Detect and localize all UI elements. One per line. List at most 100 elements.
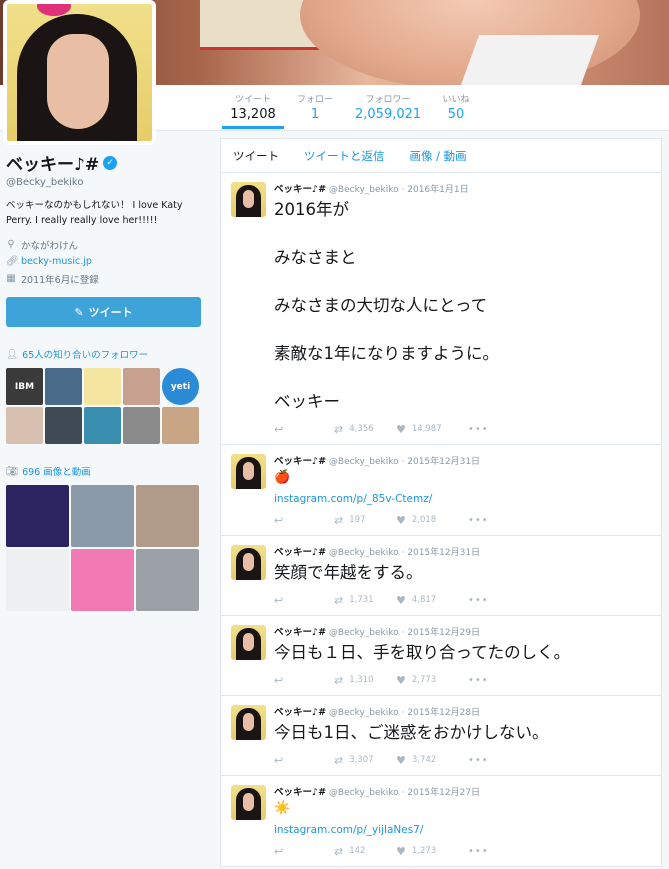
tweet-author-handle[interactable]: @Becky_bekiko bbox=[329, 185, 399, 195]
tweet-author-name[interactable]: ベッキー♪# bbox=[274, 707, 326, 718]
retweet-button[interactable]: ⇄ 197 bbox=[334, 514, 396, 527]
retweet-icon: ⇄ bbox=[334, 753, 344, 767]
reply-button[interactable]: ↩︎ bbox=[274, 423, 334, 436]
profile-url-link[interactable]: becky-music.jp bbox=[21, 256, 92, 267]
heart-icon: ♥ bbox=[396, 753, 406, 767]
profile-name[interactable]: ベッキー♪# bbox=[6, 150, 99, 175]
tweet-date[interactable]: 2015年12月31日 bbox=[407, 548, 480, 558]
tweet-date[interactable]: 2015年12月31日 bbox=[407, 457, 480, 467]
tweet-avatar[interactable] bbox=[231, 545, 266, 580]
reply-button[interactable]: ↩︎ bbox=[274, 845, 334, 858]
reply-icon: ↩︎ bbox=[274, 422, 284, 436]
tweet-avatar[interactable] bbox=[231, 625, 266, 660]
tweet[interactable]: ベッキー♪# @Becky_bekiko · 2016年1月1日 2016年が みな… bbox=[221, 173, 661, 445]
stat-label: ツイート bbox=[234, 95, 271, 105]
stat-tweets[interactable]: ツイート 13,208 bbox=[222, 92, 284, 129]
tweet-avatar[interactable] bbox=[231, 454, 266, 489]
like-button[interactable]: ♥ 1,273 bbox=[396, 845, 468, 858]
followers-you-know-link[interactable]: 👤︎ 65人の知り合いのフォロワー bbox=[6, 347, 206, 362]
tweet[interactable]: ベッキー♪# @Becky_bekiko · 2015年12月28日 今日も1日、… bbox=[221, 696, 661, 776]
tweet[interactable]: ベッキー♪# @Becky_bekiko · 2015年12月31日 笑顔で年越を… bbox=[221, 536, 661, 616]
follower-avatar[interactable] bbox=[84, 368, 121, 405]
tweet-date[interactable]: 2015年12月27日 bbox=[407, 788, 480, 798]
more-button[interactable]: ••• bbox=[468, 755, 489, 766]
tweet-avatar[interactable] bbox=[231, 785, 266, 820]
follower-avatar[interactable] bbox=[6, 407, 43, 444]
like-button[interactable]: ♥ 14,987 bbox=[396, 423, 468, 436]
tweet-author-name[interactable]: ベッキー♪# bbox=[274, 787, 326, 798]
tweet[interactable]: ベッキー♪# @Becky_bekiko · 2015年12月31日 🍎 insta… bbox=[221, 445, 661, 536]
media-thumbnail[interactable] bbox=[6, 485, 69, 547]
like-button[interactable]: ♥ 4,817 bbox=[396, 594, 468, 607]
retweet-button[interactable]: ⇄ 3,307 bbox=[334, 754, 396, 767]
tweet-link[interactable]: instagram.com/p/_yijlaNes7/ bbox=[274, 824, 651, 836]
timeline: ツイート ツイートと返信 画像 / 動画 ベッキー♪# @Becky_bekik… bbox=[220, 138, 662, 867]
more-button[interactable]: ••• bbox=[468, 595, 489, 606]
tweet-link[interactable]: instagram.com/p/_85v-Ctemz/ bbox=[274, 493, 651, 505]
tweet-author-name[interactable]: ベッキー♪# bbox=[274, 456, 326, 467]
follower-avatar[interactable] bbox=[45, 368, 82, 405]
tweet[interactable]: ベッキー♪# @Becky_bekiko · 2015年12月27日 ☀️ inst… bbox=[221, 776, 661, 867]
tweet-avatar[interactable] bbox=[231, 182, 266, 217]
profile-handle[interactable]: @Becky_bekiko bbox=[6, 177, 206, 188]
tab-media[interactable]: 画像 / 動画 bbox=[410, 148, 467, 164]
profile-avatar[interactable] bbox=[3, 0, 156, 145]
tweet-avatar[interactable] bbox=[231, 705, 266, 740]
tweet-date[interactable]: 2015年12月28日 bbox=[407, 708, 480, 718]
heart-icon: ♥ bbox=[396, 593, 406, 607]
tab-tweets-replies[interactable]: ツイートと返信 bbox=[304, 148, 385, 164]
follower-avatar[interactable] bbox=[123, 407, 160, 444]
tweet-author-handle[interactable]: @Becky_bekiko bbox=[329, 548, 399, 558]
banner-collar-shape bbox=[460, 35, 600, 85]
media-thumbnail[interactable] bbox=[71, 485, 134, 547]
reply-button[interactable]: ↩︎ bbox=[274, 674, 334, 687]
retweet-button[interactable]: ⇄ 142 bbox=[334, 845, 396, 858]
more-button[interactable]: ••• bbox=[468, 515, 489, 526]
stat-likes[interactable]: いいね 50 bbox=[436, 92, 476, 122]
follower-avatar[interactable] bbox=[84, 407, 121, 444]
tweet-to-button[interactable]: ✎ ツイート bbox=[6, 297, 201, 327]
reply-button[interactable]: ↩︎ bbox=[274, 514, 334, 527]
media-thumbnail[interactable] bbox=[71, 549, 134, 611]
tab-tweets[interactable]: ツイート bbox=[233, 148, 279, 164]
tweet-header: ベッキー♪# @Becky_bekiko · 2016年1月1日 bbox=[274, 184, 469, 195]
media-thumbnail[interactable] bbox=[136, 549, 199, 611]
more-button[interactable]: ••• bbox=[468, 675, 489, 686]
media-thumbnail[interactable] bbox=[136, 485, 199, 547]
reply-button[interactable]: ↩︎ bbox=[274, 594, 334, 607]
follower-avatar[interactable]: IBM bbox=[6, 368, 43, 405]
more-icon: ••• bbox=[468, 845, 489, 857]
tweet-author-handle[interactable]: @Becky_bekiko bbox=[329, 708, 399, 718]
tweet-author-handle[interactable]: @Becky_bekiko bbox=[329, 457, 399, 467]
more-button[interactable]: ••• bbox=[468, 846, 489, 857]
followers-grid: IBM yeti bbox=[6, 368, 206, 444]
retweet-button[interactable]: ⇄ 1,310 bbox=[334, 674, 396, 687]
like-button[interactable]: ♥ 2,773 bbox=[396, 674, 468, 687]
reply-button[interactable]: ↩︎ bbox=[274, 754, 334, 767]
like-button[interactable]: ♥ 3,742 bbox=[396, 754, 468, 767]
media-link[interactable]: 📷︎ 696 画像と動画 bbox=[6, 464, 206, 479]
like-button[interactable]: ♥ 2,018 bbox=[396, 514, 468, 527]
tweet-line: みなさまの大切な人にとって bbox=[274, 296, 488, 315]
tweet-author-name[interactable]: ベッキー♪# bbox=[274, 184, 326, 195]
retweet-count: 1,310 bbox=[349, 675, 374, 685]
follower-avatar[interactable] bbox=[162, 407, 199, 444]
retweet-button[interactable]: ⇄ 1,731 bbox=[334, 594, 396, 607]
tweet-date[interactable]: 2016年1月1日 bbox=[407, 185, 468, 195]
follower-avatar[interactable]: yeti bbox=[162, 368, 199, 405]
tweet-author-handle[interactable]: @Becky_bekiko bbox=[329, 788, 399, 798]
tweet[interactable]: ベッキー♪# @Becky_bekiko · 2015年12月29日 今日も１日、… bbox=[221, 616, 661, 696]
follower-avatar[interactable] bbox=[123, 368, 160, 405]
tweet-line: 素敵な1年になりますように。 bbox=[274, 344, 499, 363]
tweet-author-name[interactable]: ベッキー♪# bbox=[274, 547, 326, 558]
stat-following[interactable]: フォロー 1 bbox=[292, 92, 338, 122]
tweet-author-name[interactable]: ベッキー♪# bbox=[274, 627, 326, 638]
stat-followers[interactable]: フォロワー 2,059,021 bbox=[355, 92, 421, 122]
media-thumbnail[interactable] bbox=[6, 549, 69, 611]
retweet-button[interactable]: ⇄ 4,356 bbox=[334, 423, 396, 436]
tweet-actions: ↩︎ ⇄ 1,310 ♥ 2,773 ••• bbox=[274, 673, 651, 687]
follower-avatar[interactable] bbox=[45, 407, 82, 444]
tweet-date[interactable]: 2015年12月29日 bbox=[407, 628, 480, 638]
tweet-author-handle[interactable]: @Becky_bekiko bbox=[329, 628, 399, 638]
more-button[interactable]: ••• bbox=[468, 424, 489, 435]
